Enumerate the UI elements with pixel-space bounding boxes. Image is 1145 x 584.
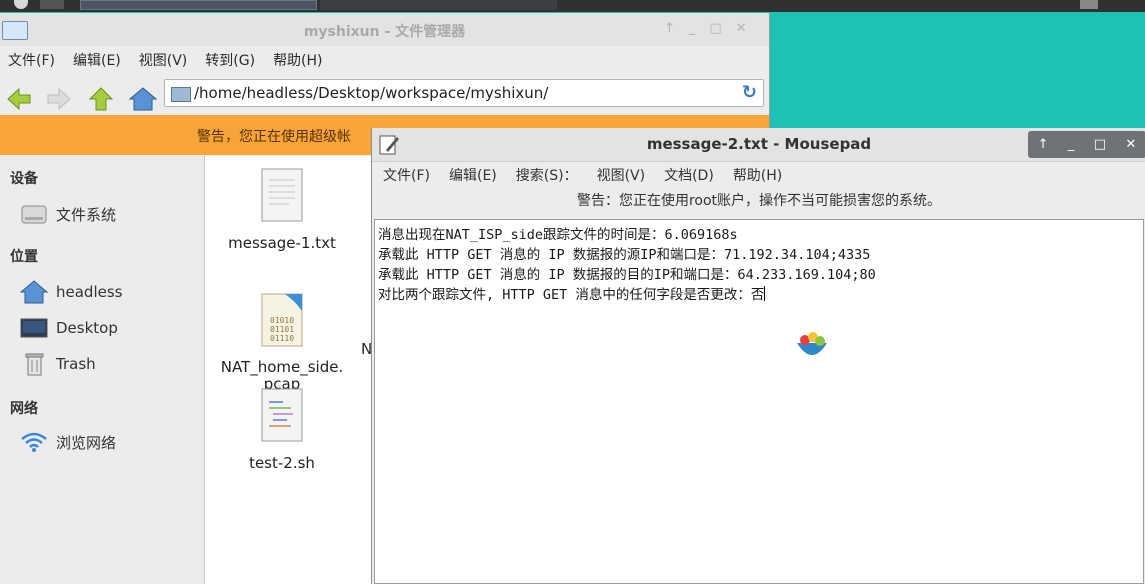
mousepad-root-warning: 警告：您正在使用root账户，操作不当可能损害您的系统。: [372, 190, 1145, 214]
forward-arrow-icon[interactable]: [46, 86, 72, 112]
sidebar-item-filesystem[interactable]: 文件系统: [20, 202, 116, 226]
mousepad-menubar: 文件(F) 编辑(E) 搜索(S)： 视图(V) 文档(D) 帮助(H): [383, 165, 782, 185]
svg-text:01110: 01110: [270, 334, 294, 343]
sidebar-item-label: 浏览网络: [56, 433, 117, 452]
back-arrow-icon[interactable]: [6, 86, 32, 112]
home-icon[interactable]: [128, 86, 158, 112]
sidebar-item-browse-network[interactable]: 浏览网络: [20, 430, 116, 454]
text-cursor: [764, 286, 766, 301]
file-manager-menubar: 文件(F) 编辑(E) 视图(V) 转到(G) 帮助(H): [8, 50, 323, 70]
trash-icon: [25, 353, 44, 376]
menu-file[interactable]: 文件(F): [383, 165, 430, 185]
sidebar-item-label: Trash: [56, 355, 96, 373]
svg-text:01010: 01010: [270, 316, 294, 325]
menu-edit[interactable]: 编辑(E): [73, 50, 121, 70]
file-manager-window-buttons: ↑ _ □ ✕: [664, 21, 747, 36]
close-icon[interactable]: ✕: [736, 21, 747, 36]
sidebar-item-label: 文件系统: [56, 205, 117, 224]
maximize-icon[interactable]: □: [709, 21, 721, 36]
menu-help[interactable]: 帮助(H): [733, 165, 782, 185]
shade-icon[interactable]: ↑: [1038, 137, 1049, 152]
editor-line-1: 消息出现在NAT_ISP_side跟踪文件的时间是：6.069168s: [378, 227, 738, 243]
sidebar-heading-devices: 设备: [10, 171, 38, 187]
file-manager-title: myshixun - 文件管理器: [303, 24, 466, 40]
menu-edit[interactable]: 编辑(E): [449, 165, 497, 185]
desktop-icon: [20, 318, 48, 338]
text-file-icon: [261, 168, 303, 222]
folder-icon: [171, 87, 191, 102]
drive-icon: [21, 205, 47, 224]
sidebar-item-trash[interactable]: Trash: [20, 352, 96, 376]
mousepad-titlebar[interactable]: message-2.txt - Mousepad ↑ _ □ ✕: [372, 128, 1145, 162]
tray-icon[interactable]: [1080, 0, 1098, 9]
taskbar: [0, 0, 1145, 12]
file-name: test-2.sh: [249, 454, 315, 472]
sidebar-heading-network: 网络: [10, 401, 38, 417]
close-icon[interactable]: ✕: [1125, 137, 1136, 152]
editor-line-4-text: 对比两个跟踪文件, HTTP GET 消息中的任何字段是否更改：否: [378, 287, 765, 303]
user-icon[interactable]: [14, 0, 28, 9]
up-arrow-icon[interactable]: [88, 86, 114, 112]
sidebar: 设备 文件系统 位置 headless Desktop Trash 网络 浏览网…: [0, 156, 205, 584]
menu-go[interactable]: 转到(G): [205, 50, 255, 70]
menu-search[interactable]: 搜索(S)：: [516, 165, 578, 185]
file-item-message-1[interactable]: message-1.txt: [212, 168, 352, 252]
home-icon: [20, 280, 48, 304]
sidebar-item-label: Desktop: [56, 319, 118, 337]
menu-document[interactable]: 文档(D): [664, 165, 714, 185]
taskbar-item-file-manager[interactable]: [80, 0, 317, 10]
sidebar-item-label: headless: [56, 283, 123, 301]
launcher-icon[interactable]: [40, 0, 64, 9]
minimize-icon[interactable]: _: [1068, 137, 1075, 152]
binary-file-icon: 010100110101110: [261, 293, 303, 347]
shade-icon[interactable]: ↑: [664, 21, 675, 36]
editor-line-3: 承载此 HTTP GET 消息的 IP 数据报的目的IP和端口是：64.233.…: [378, 267, 876, 283]
editor-line-4: 对比两个跟踪文件, HTTP GET 消息中的任何字段是否更改：否: [378, 283, 766, 303]
sidebar-item-desktop[interactable]: Desktop: [20, 316, 118, 340]
location-bar[interactable]: /home/headless/Desktop/workspace/myshixu…: [164, 79, 764, 107]
file-item-test-2[interactable]: test-2.sh: [212, 388, 352, 472]
menu-view[interactable]: 视图(V): [597, 165, 646, 185]
file-manager-titlebar[interactable]: myshixun - 文件管理器 ↑ _ □ ✕: [0, 13, 769, 46]
menu-view[interactable]: 视图(V): [139, 50, 188, 70]
sidebar-item-headless[interactable]: headless: [20, 280, 122, 304]
svg-text:01101: 01101: [270, 325, 294, 334]
mousepad-root-warning-text: 警告：您正在使用root账户，操作不当可能损害您的系统。: [576, 193, 942, 209]
editor-line-2: 承载此 HTTP GET 消息的 IP 数据报的源IP和端口是：71.192.3…: [378, 247, 871, 263]
sidebar-heading-places: 位置: [10, 249, 38, 265]
taskbar-item-mousepad[interactable]: [320, 0, 557, 10]
location-path: /home/headless/Desktop/workspace/myshixu…: [194, 84, 549, 102]
file-name: message-1.txt: [228, 234, 336, 252]
text-editor[interactable]: 消息出现在NAT_ISP_side跟踪文件的时间是：6.069168s 承载此 …: [374, 219, 1144, 584]
mousepad-window: message-2.txt - Mousepad ↑ _ □ ✕ 文件(F) 编…: [371, 128, 1145, 584]
root-warning-text: 警告，您正在使用超级帐: [197, 129, 351, 145]
wifi-icon: [21, 432, 47, 452]
menu-help[interactable]: 帮助(H): [273, 50, 322, 70]
menu-file[interactable]: 文件(F): [8, 50, 55, 70]
maximize-icon[interactable]: □: [1094, 137, 1106, 152]
reload-icon[interactable]: ↻: [742, 82, 757, 103]
food-bowl-icon: [797, 332, 827, 355]
script-file-icon: [261, 388, 303, 442]
mousepad-window-buttons: ↑ _ □ ✕: [1028, 131, 1145, 158]
minimize-icon[interactable]: _: [689, 21, 696, 36]
